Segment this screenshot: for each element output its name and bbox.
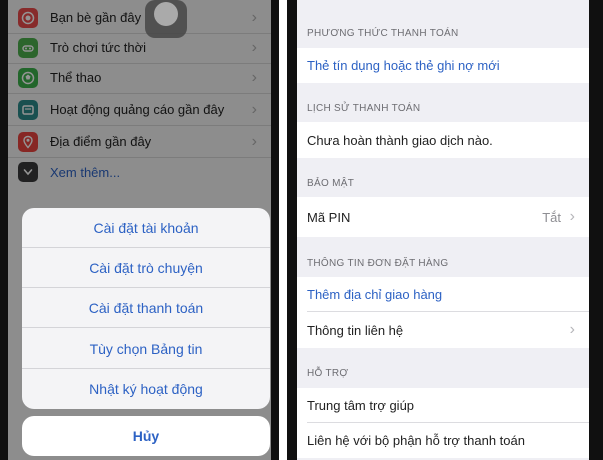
section-header-security: BẢO MẬT: [307, 178, 355, 189]
section-header-payment-method: PHƯƠNG THỨC THANH TOÁN: [307, 28, 459, 39]
add-shipping-address-label: Thêm địa chỉ giao hàng: [307, 287, 443, 302]
help-center-label: Trung tâm trợ giúp: [307, 398, 415, 413]
section-header-payment-history: LỊCH SỬ THANH TOÁN: [307, 103, 421, 114]
action-account-settings[interactable]: Cài đặt tài khoản: [22, 208, 270, 248]
add-card-link[interactable]: Thẻ tín dụng hoặc thẻ ghi nợ mới: [297, 48, 589, 83]
contact-payment-support-row[interactable]: Liên hệ với bộ phận hỗ trợ thanh toán: [297, 423, 589, 458]
contact-info-row[interactable]: Thông tin liên hệ ›: [297, 312, 589, 348]
section-header-support: HỖ TRỢ: [307, 368, 349, 379]
help-center-row[interactable]: Trung tâm trợ giúp: [297, 388, 589, 423]
section-header-order-info: THÔNG TIN ĐƠN ĐẶT HÀNG: [307, 258, 449, 269]
action-news-feed-preferences[interactable]: Tùy chọn Bảng tin: [22, 329, 270, 369]
left-phone-screen: Bạn bè gần đây › Trò chơi tức thời › Thể…: [0, 0, 279, 460]
action-sheet: Cài đặt tài khoản Cài đặt trò chuyện Cài…: [22, 208, 270, 409]
payment-history-empty: Chưa hoàn thành giao dịch nào.: [297, 122, 589, 158]
contact-info-label: Thông tin liên hệ: [307, 322, 404, 338]
assistive-touch-button[interactable]: [145, 0, 187, 38]
pin-row[interactable]: Mã PIN Tắt ›: [297, 197, 589, 237]
action-activity-log[interactable]: Nhật ký hoạt động: [22, 369, 270, 409]
cancel-button[interactable]: Hủy: [22, 416, 270, 456]
action-chat-settings[interactable]: Cài đặt trò chuyện: [22, 248, 270, 288]
pin-label: Mã PIN: [307, 209, 351, 225]
menu-screen: Bạn bè gần đây › Trò chơi tức thời › Thể…: [8, 0, 271, 460]
payment-settings-screen: PHƯƠNG THỨC THANH TOÁN Thẻ tín dụng hoặc…: [297, 0, 589, 460]
chevron-right-icon: ›: [569, 208, 575, 225]
contact-payment-support-label: Liên hệ với bộ phận hỗ trợ thanh toán: [307, 433, 525, 448]
pin-status-value: Tắt: [542, 209, 561, 225]
add-shipping-address-link[interactable]: Thêm địa chỉ giao hàng: [297, 277, 589, 312]
right-phone-screen: PHƯƠNG THỨC THANH TOÁN Thẻ tín dụng hoặc…: [287, 0, 603, 460]
assistive-touch-icon: [154, 2, 178, 26]
action-payment-settings[interactable]: Cài đặt thanh toán: [22, 288, 270, 328]
chevron-right-icon: ›: [569, 321, 575, 338]
